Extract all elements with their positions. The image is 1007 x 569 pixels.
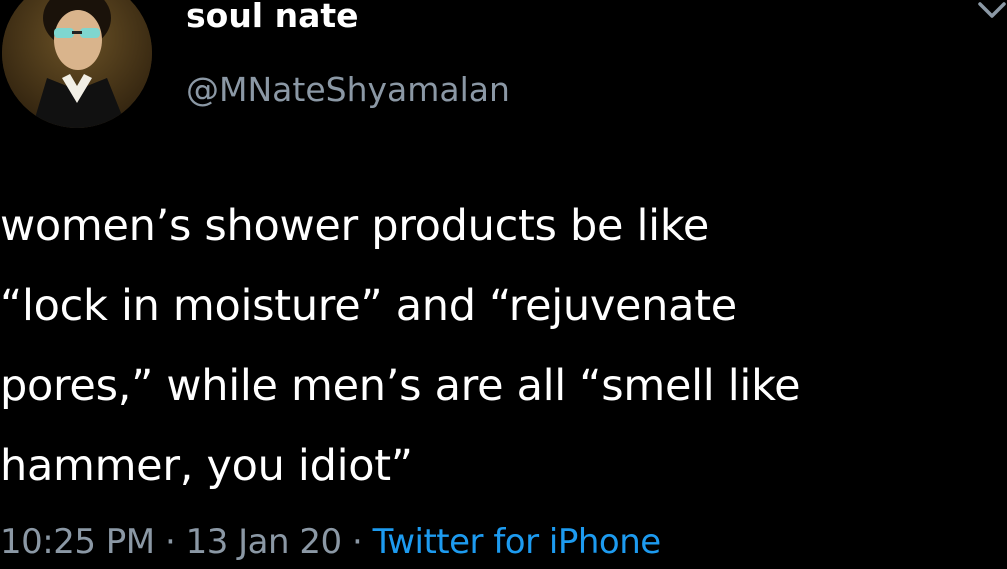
author-handle[interactable]: @MNateShyamalan — [186, 70, 510, 109]
chevron-down-icon[interactable] — [972, 0, 1007, 32]
tweet-card: soul nate @MNateShyamalan women’s shower… — [0, 0, 1007, 569]
avatar[interactable] — [2, 0, 152, 128]
tweet-text-line: “lock in moisture” and “rejuvenate — [0, 281, 737, 331]
tweet-date[interactable]: 13 Jan 20 — [186, 522, 343, 562]
tweet-text-line: women’s shower products be like — [0, 201, 710, 251]
meta-separator: · — [341, 522, 373, 562]
author-display-name[interactable]: soul nate — [186, 0, 359, 35]
tweet-text-line: pores,” while men’s are all “smell like — [0, 361, 801, 411]
tweet-meta: 10:25 PM · 13 Jan 20 · Twitter for iPhon… — [0, 522, 661, 562]
tweet-source-link[interactable]: Twitter for iPhone — [373, 522, 662, 562]
avatar-portrait-image — [2, 0, 152, 128]
tweet-time[interactable]: 10:25 PM — [0, 522, 155, 562]
tweet-text-line: hammer, you idiot” — [0, 441, 413, 491]
tweet-text: women’s shower products be like “lock in … — [0, 186, 1007, 506]
meta-separator: · — [154, 522, 186, 562]
